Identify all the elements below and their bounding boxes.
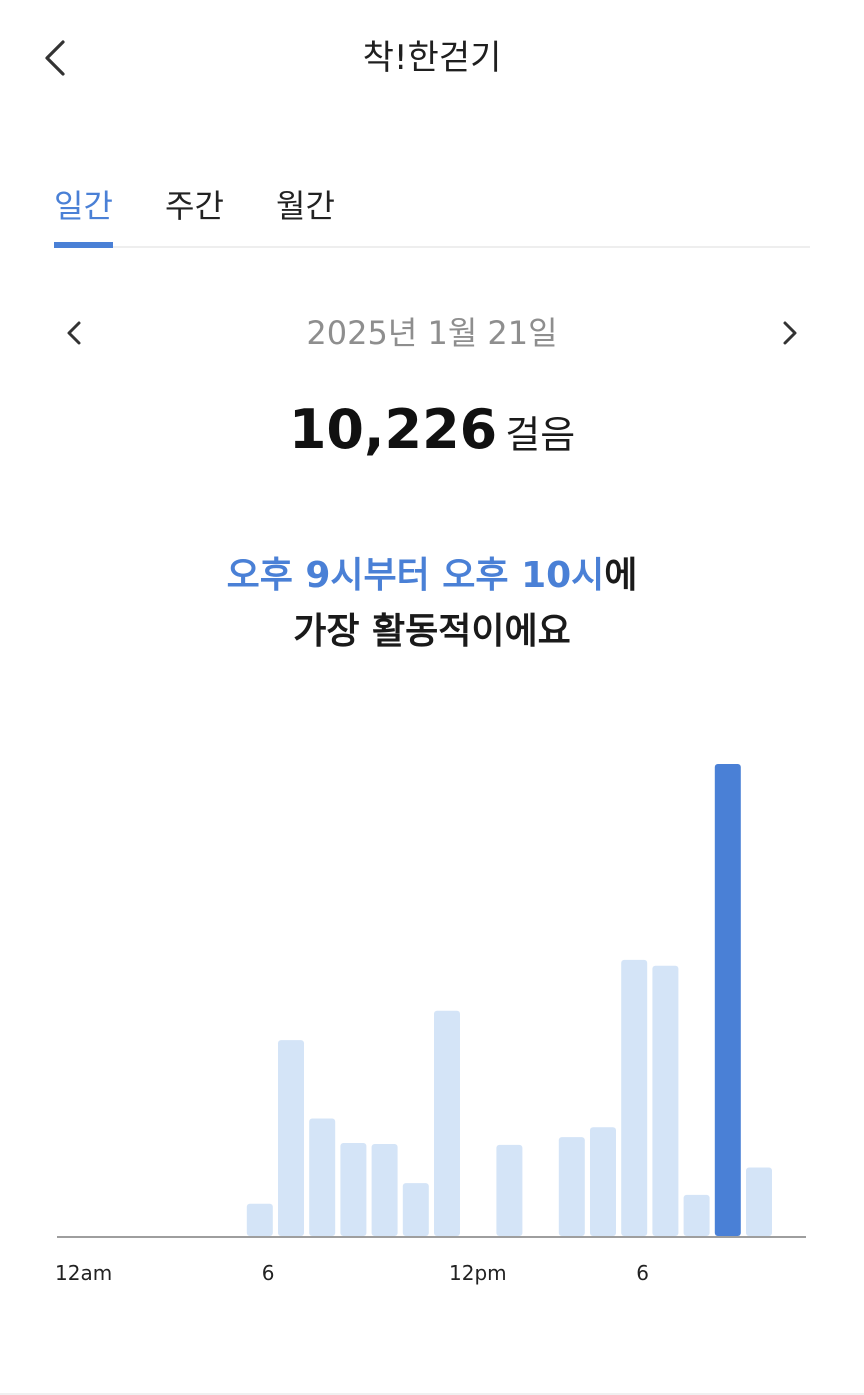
- summary-suffix: 에: [604, 555, 638, 596]
- chart-bar-hour-7[interactable]: [278, 1040, 304, 1236]
- chart-bar-hour-8[interactable]: [309, 1118, 336, 1237]
- activity-summary-line-1: 오후 9시부터 오후 10시에: [0, 548, 864, 604]
- tab-weekly[interactable]: 주간: [165, 180, 224, 246]
- chart-bar-hour-12[interactable]: [434, 1010, 460, 1236]
- chart-bar-hour-21[interactable]: [714, 764, 741, 1236]
- activity-summary-line-2: 가장 활동적이에요: [293, 611, 571, 652]
- chart-bar-hour-22[interactable]: [746, 1167, 772, 1237]
- x-tick-label: 6: [636, 1261, 649, 1285]
- chart-bar-hour-18[interactable]: [621, 959, 648, 1236]
- activity-summary: 오후 9시부터 오후 10시에 가장 활동적이에요: [0, 548, 864, 660]
- date-navigator: 2025년 1월 21일: [54, 305, 810, 361]
- step-count: 10,226 걸음: [0, 392, 864, 481]
- next-date-button[interactable]: [770, 305, 810, 361]
- chart-bar-hour-6[interactable]: [246, 1203, 273, 1236]
- chevron-right-icon: [783, 321, 797, 345]
- tab-monthly[interactable]: 월간: [276, 180, 335, 246]
- x-tick-label: 12am: [55, 1261, 112, 1285]
- chart-bar-hour-20[interactable]: [683, 1194, 710, 1236]
- chart-bar-hour-11[interactable]: [402, 1183, 429, 1236]
- chart-bar-hour-9[interactable]: [340, 1143, 367, 1236]
- step-count-unit: 걸음: [505, 413, 576, 457]
- x-tick-label: 6: [262, 1261, 275, 1285]
- app-header: 착!한걷기: [0, 0, 864, 115]
- most-active-period: 오후 9시부터 오후 10시: [226, 555, 605, 596]
- page-title: 착!한걷기: [362, 38, 502, 78]
- selected-date: 2025년 1월 21일: [306, 314, 558, 352]
- hourly-steps-chart: 12am 6 12pm 6: [0, 690, 864, 1310]
- chart-bar-hour-14[interactable]: [496, 1144, 523, 1236]
- tab-daily[interactable]: 일간: [54, 180, 113, 248]
- chart-bar-hour-10[interactable]: [371, 1144, 398, 1236]
- x-tick-label: 12pm: [449, 1261, 507, 1285]
- chart-bar-hour-16[interactable]: [558, 1137, 585, 1236]
- chart-bar-hour-17[interactable]: [590, 1127, 616, 1236]
- period-tabs: 일간 주간 월간: [54, 180, 810, 248]
- step-count-value: 10,226: [288, 398, 498, 461]
- chart-bar-hour-19[interactable]: [652, 965, 679, 1236]
- hourly-steps-bar-chart: 12am 6 12pm 6: [55, 764, 806, 1285]
